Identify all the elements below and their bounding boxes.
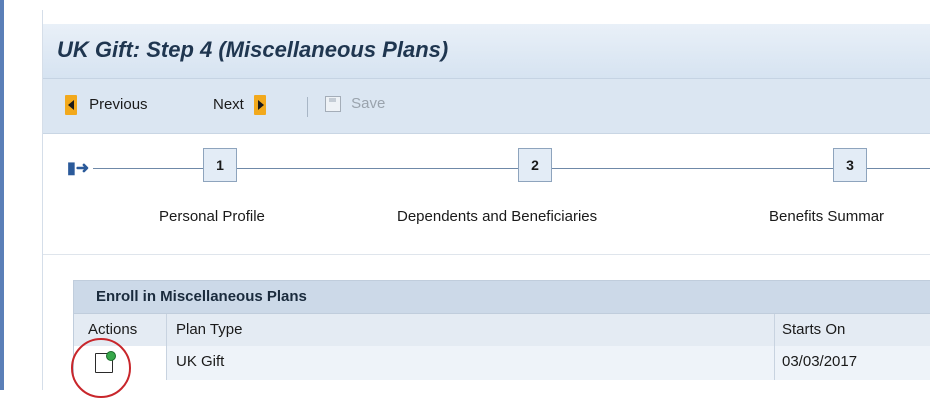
table-row: UK Gift 03/03/2017 bbox=[71, 338, 930, 398]
main-panel: UK Gift: Step 4 (Miscellaneous Plans) Pr… bbox=[42, 10, 930, 398]
previous-button[interactable]: Previous bbox=[65, 95, 148, 115]
roadmap: ▮➜ 1 Personal Profile 2 Dependents and B… bbox=[43, 134, 930, 244]
next-button[interactable]: Next bbox=[213, 95, 267, 115]
next-arrow-icon bbox=[254, 95, 267, 115]
roadmap-step-1-label[interactable]: Personal Profile bbox=[159, 208, 265, 225]
column-divider bbox=[166, 314, 167, 346]
roadmap-step-3[interactable]: 3 bbox=[833, 148, 867, 182]
column-header-plan-type[interactable]: Plan Type bbox=[176, 314, 242, 346]
previous-arrow-icon bbox=[65, 95, 77, 115]
highlight-circle bbox=[71, 338, 131, 398]
roadmap-step-1[interactable]: 1 bbox=[203, 148, 237, 182]
table-header-row: Actions Plan Type Starts On bbox=[73, 314, 930, 346]
column-divider bbox=[774, 346, 775, 380]
column-divider bbox=[166, 346, 167, 380]
page-title: UK Gift: Step 4 (Miscellaneous Plans) bbox=[57, 37, 449, 62]
edit-plan-icon[interactable] bbox=[71, 338, 131, 398]
roadmap-step-2[interactable]: 2 bbox=[518, 148, 552, 182]
previous-label: Previous bbox=[89, 95, 148, 113]
column-divider bbox=[774, 314, 775, 346]
left-accent-bar bbox=[0, 0, 4, 390]
next-label: Next bbox=[213, 95, 244, 113]
starts-on-cell: 03/03/2017 bbox=[782, 353, 858, 370]
roadmap-step-3-label[interactable]: Benefits Summar bbox=[769, 208, 884, 225]
plans-table: Enroll in Miscellaneous Plans Actions Pl… bbox=[71, 280, 930, 398]
save-button[interactable]: Save bbox=[325, 95, 386, 113]
roadmap-step-2-label[interactable]: Dependents and Beneficiaries bbox=[397, 208, 597, 225]
save-label: Save bbox=[351, 95, 386, 112]
toolbar: Previous Next Save bbox=[43, 79, 930, 134]
column-header-starts-on[interactable]: Starts On bbox=[782, 314, 845, 346]
plan-type-cell: UK Gift bbox=[176, 353, 225, 370]
toolbar-separator bbox=[307, 97, 308, 117]
title-bar: UK Gift: Step 4 (Miscellaneous Plans) bbox=[43, 24, 930, 79]
save-icon bbox=[325, 96, 341, 113]
table-title: Enroll in Miscellaneous Plans bbox=[73, 280, 930, 314]
roadmap-start-icon: ▮➜ bbox=[67, 160, 90, 177]
section-divider bbox=[43, 254, 930, 255]
actions-cell bbox=[71, 338, 166, 398]
